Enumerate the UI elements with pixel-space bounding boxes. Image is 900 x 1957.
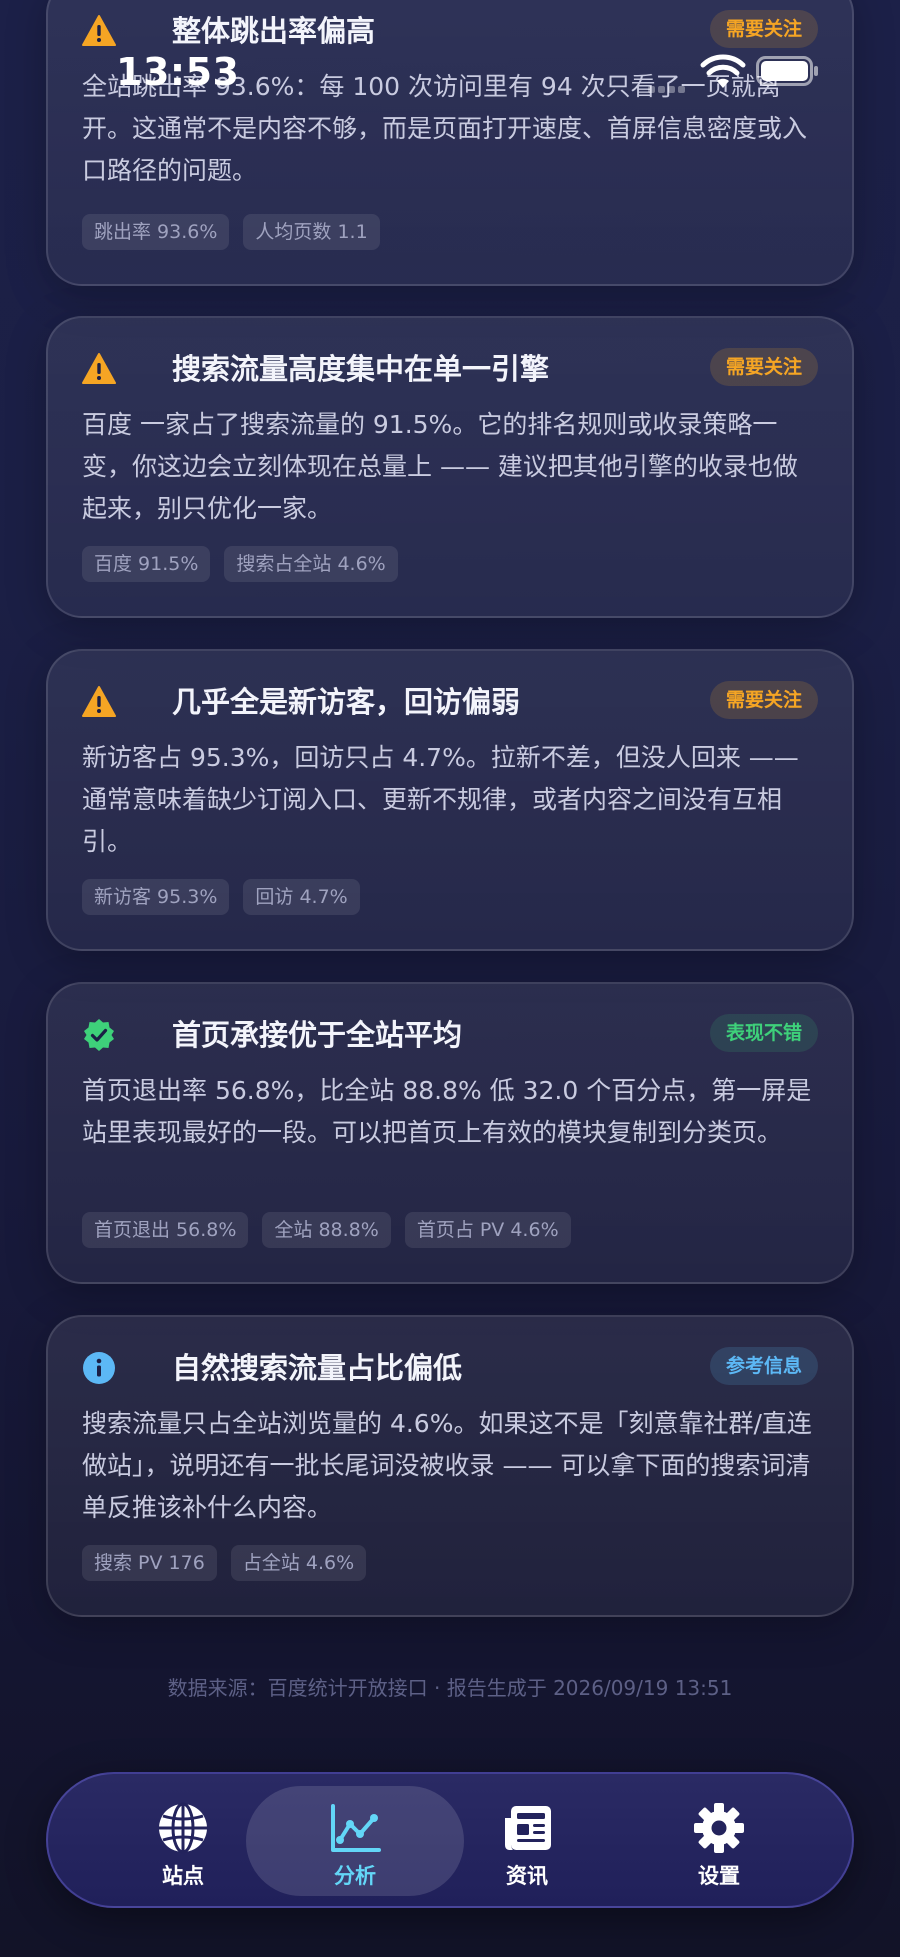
tab-news[interactable]: 资讯 <box>418 1786 636 1896</box>
bottom-tab-bar: 站点 分析 资讯 设置 <box>46 1772 854 1908</box>
check-badge-icon <box>84 1019 114 1051</box>
metric-tag: 全站 88.8% <box>262 1212 391 1248</box>
card-tags: 跳出率 93.6% 人均页数 1.1 <box>82 214 380 250</box>
card-title: 自然搜索流量占比偏低 <box>172 1351 463 1385</box>
card-title: 几乎全是新访客，回访偏弱 <box>172 685 521 719</box>
metric-tag: 回访 4.7% <box>243 879 360 915</box>
metric-tag: 首页退出 56.8% <box>82 1212 249 1248</box>
metric-tag: 人均页数 1.1 <box>243 214 380 250</box>
card-title: 搜索流量高度集中在单一引擎 <box>172 352 550 386</box>
metric-tag: 搜索占全站 4.6% <box>224 546 398 582</box>
metric-tag: 首页占 PV 4.6% <box>404 1212 571 1248</box>
insight-card-homepage: 首页承接优于全站平均 表现不错 首页退出率 56.8%，比全站 88.8% 低 … <box>46 982 854 1284</box>
status-bar: 13:53 <box>0 0 900 120</box>
cellular-signal-icon <box>648 78 688 93</box>
status-badge: 需要关注 <box>709 348 818 386</box>
status-time: 13:53 <box>116 50 240 94</box>
metric-tag: 占全站 4.6% <box>230 1545 367 1581</box>
metric-tag: 搜索 PV 176 <box>82 1545 217 1581</box>
globe-icon <box>159 1802 207 1854</box>
card-description: 首页退出率 56.8%，比全站 88.8% 低 32.0 个百分点，第一屏是站里… <box>82 1076 812 1147</box>
info-icon <box>83 1352 115 1384</box>
data-source-footer: 数据来源：百度统计开放接口 · 报告生成于 2026/09/19 13:51 <box>167 1676 733 1700</box>
warning-icon <box>82 353 116 384</box>
gear-icon <box>694 1803 744 1853</box>
newspaper-icon <box>505 1806 551 1850</box>
tab-settings[interactable]: 设置 <box>610 1786 828 1896</box>
card-description: 百度 一家占了搜索流量的 91.5%。它的排名规则或收录策略一变，你这边会立刻体… <box>82 410 798 523</box>
insight-card-new-visitors: 几乎全是新访客，回访偏弱 需要关注 新访客占 95.3%，回访只占 4.7%。拉… <box>46 649 854 951</box>
metric-tag: 新访客 95.3% <box>82 879 230 915</box>
insight-card-search-engine-concentration: 搜索流量高度集中在单一引擎 需要关注 百度 一家占了搜索流量的 91.5%。它的… <box>46 316 854 618</box>
warning-icon <box>82 686 116 717</box>
metric-tag: 跳出率 93.6% <box>82 214 230 250</box>
tab-label: 资讯 <box>506 1864 548 1888</box>
insight-card-organic-search: 自然搜索流量占比偏低 参考信息 搜索流量只占全站浏览量的 4.6%。如果这不是「… <box>46 1315 854 1617</box>
tab-label: 设置 <box>698 1864 740 1888</box>
status-badge: 表现不错 <box>709 1014 818 1052</box>
battery-icon <box>756 56 818 86</box>
status-badge: 需要关注 <box>709 681 818 719</box>
card-tags: 百度 91.5% 搜索占全站 4.6% <box>82 546 398 582</box>
card-description: 新访客占 95.3%，回访只占 4.7%。拉新不差，但没人回来 —— 通常意味着… <box>82 743 799 856</box>
card-description: 搜索流量只占全站浏览量的 4.6%。如果这不是「刻意靠社群/直连做站」，说明还有… <box>82 1409 812 1522</box>
wifi-icon <box>700 54 746 88</box>
status-badge: 参考信息 <box>709 1347 818 1385</box>
chart-line-icon <box>331 1804 381 1852</box>
card-title: 首页承接优于全站平均 <box>172 1018 463 1052</box>
metric-tag: 百度 91.5% <box>82 546 211 582</box>
card-tags: 新访客 95.3% 回访 4.7% <box>82 879 360 915</box>
card-tags: 搜索 PV 176 占全站 4.6% <box>82 1545 367 1581</box>
card-tags: 首页退出 56.8% 全站 88.8% 首页占 PV 4.6% <box>82 1212 571 1248</box>
